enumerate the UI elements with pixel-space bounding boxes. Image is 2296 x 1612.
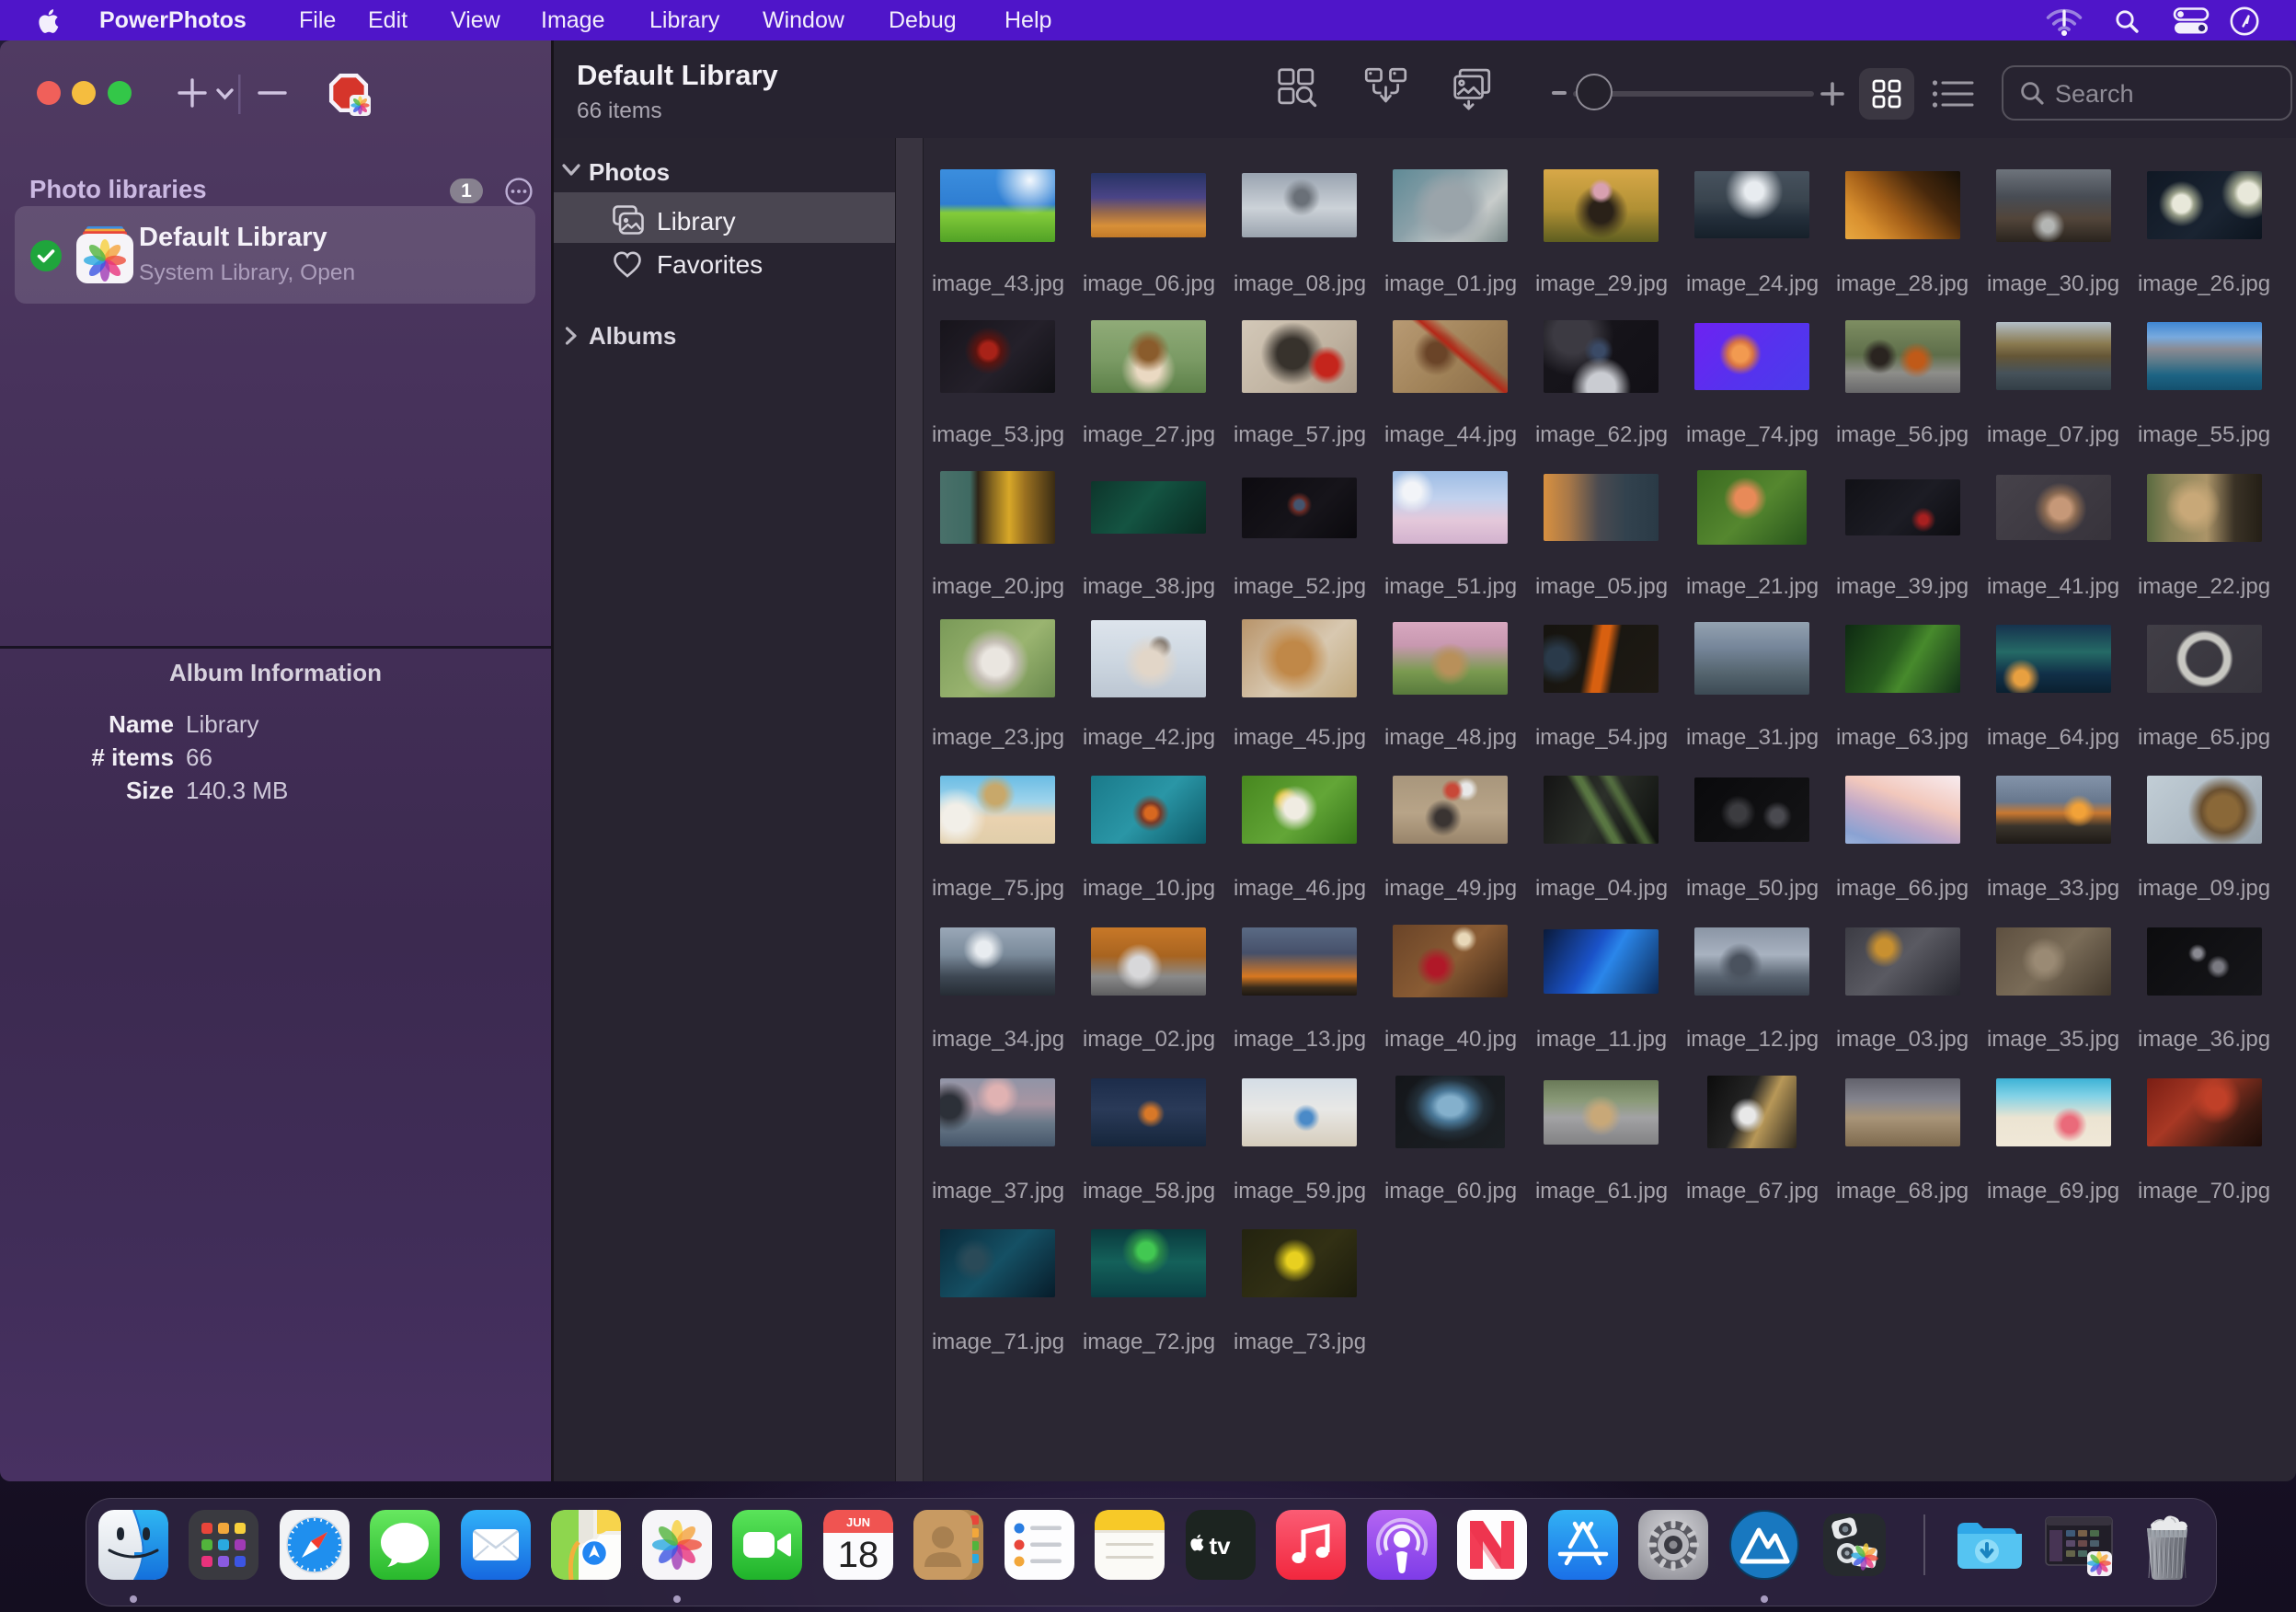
svg-text:JUN: JUN (846, 1515, 870, 1529)
svg-text:18: 18 (838, 1535, 879, 1575)
svg-text:tv: tv (1209, 1532, 1231, 1560)
